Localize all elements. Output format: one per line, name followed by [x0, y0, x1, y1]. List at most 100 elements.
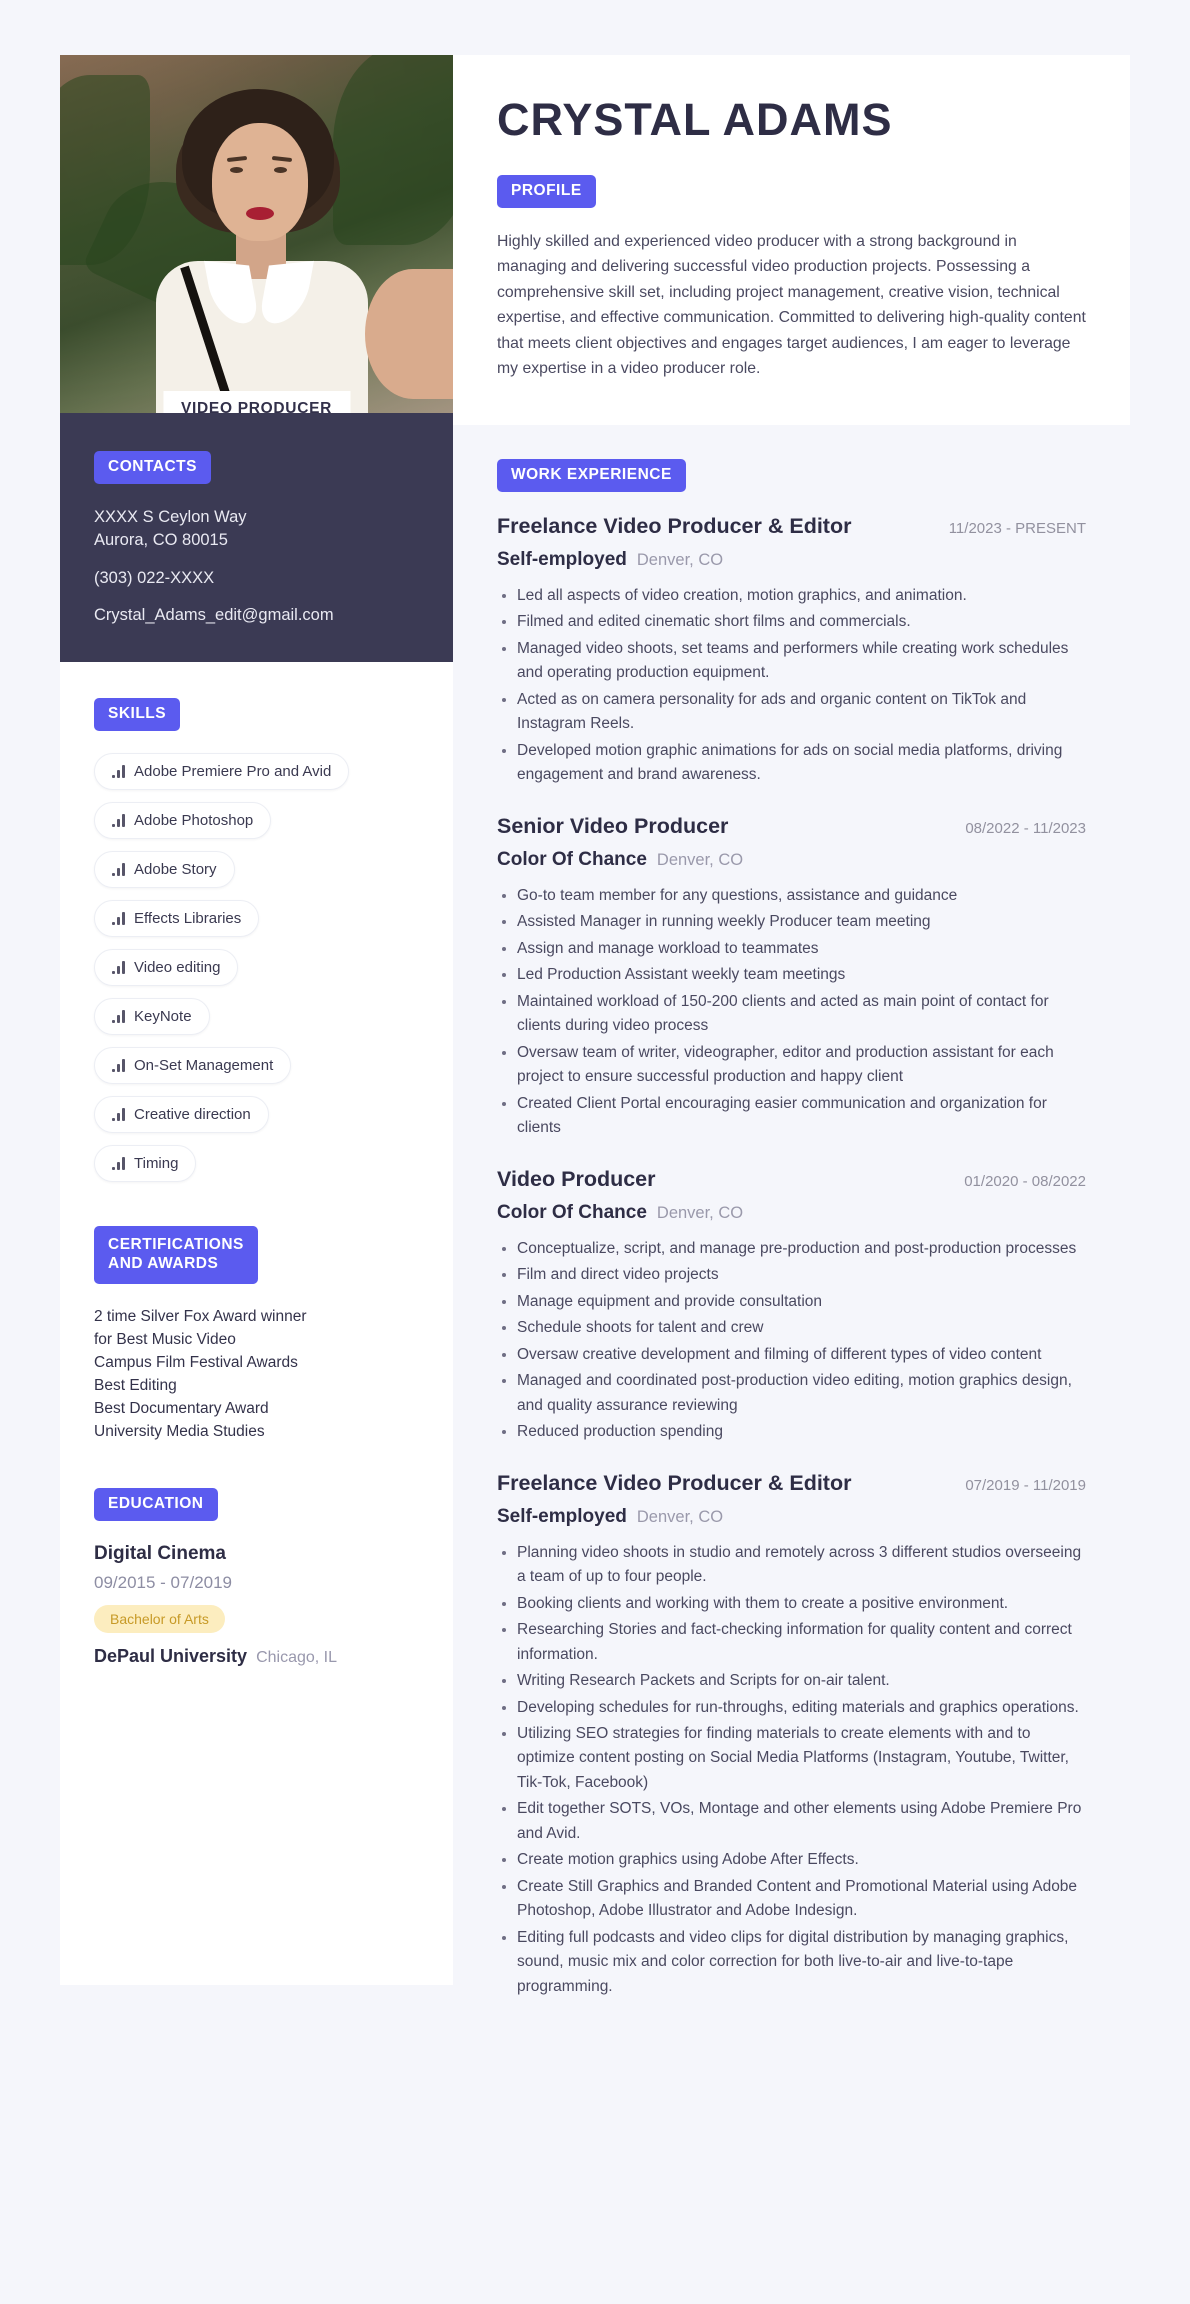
experience-bullet: Manage equipment and provide consultatio…: [517, 1290, 1086, 1314]
experience-dates: 08/2022 - 11/2023: [965, 819, 1086, 837]
contact-address-line-2: Aurora, CO 80015: [94, 531, 228, 550]
sidebar-body: SKILLS Adobe Premiere Pro and Avid Adobe…: [60, 662, 453, 1707]
experience-bullet: Editing full podcasts and video clips fo…: [517, 1926, 1086, 1999]
page-title: CRYSTAL ADAMS: [497, 94, 893, 145]
experience-bullet: Oversaw team of writer, videographer, ed…: [517, 1041, 1086, 1090]
experience-item: Video Producer 01/2020 - 08/2022 Color O…: [497, 1167, 1086, 1445]
certifications-list: 2 time Silver Fox Award winner for Best …: [94, 1306, 419, 1444]
education-section: EDUCATION Digital Cinema 09/2015 - 07/20…: [94, 1488, 419, 1667]
experience-subheader: Color Of Chance Denver, CO: [497, 1202, 1086, 1224]
skill-label: Effects Libraries: [134, 909, 242, 927]
experience-header: Video Producer 01/2020 - 08/2022: [497, 1167, 1086, 1192]
skill-label: Adobe Premiere Pro and Avid: [134, 762, 332, 780]
experience-location: Denver, CO: [656, 850, 744, 869]
experience-bullet: Developed motion graphic animations for …: [517, 739, 1086, 788]
skill-item: Effects Libraries: [94, 899, 260, 937]
education-degree: Digital Cinema: [94, 1543, 226, 1565]
work-experience-section: WORK EXPERIENCE Freelance Video Producer…: [453, 425, 1130, 2021]
education-dates: 09/2015 - 07/2019: [94, 1573, 233, 1593]
experience-bullet: Managed video shoots, set teams and perf…: [517, 637, 1086, 686]
eye-right: [274, 167, 287, 173]
experience-dates: 07/2019 - 11/2019: [965, 1476, 1086, 1494]
experience-bullet: Assign and manage workload to teammates: [517, 937, 1086, 961]
experience-bullet: Edit together SOTS, VOs, Montage and oth…: [517, 1797, 1086, 1846]
experience-bullet: Researching Stories and fact-checking in…: [517, 1618, 1086, 1667]
education-badge: Bachelor of Arts: [94, 1605, 225, 1634]
skill-label: Video editing: [134, 958, 221, 976]
skill-label: Adobe Story: [134, 860, 217, 878]
decorative-leaf-icon: [333, 55, 453, 245]
skill-item: Timing: [94, 1144, 197, 1182]
experience-bullet: Developing schedules for run-throughs, e…: [517, 1696, 1086, 1720]
experience-dates: 01/2020 - 08/2022: [964, 1172, 1086, 1190]
experience-title: Freelance Video Producer & Editor: [497, 514, 852, 538]
certification-line: Best Editing: [94, 1377, 177, 1395]
certifications-section: CERTIFICATIONS AND AWARDS 2 time Silver …: [94, 1225, 419, 1444]
experience-title: Freelance Video Producer & Editor: [497, 1470, 852, 1495]
experience-dates: 11/2023 - PRESENT: [948, 520, 1086, 537]
experience-bullet: Maintained workload of 150-200 clients a…: [517, 990, 1086, 1039]
resume-document: VIDEO PRODUCER CONTACTS XXXX S Ceylon Wa…: [60, 55, 1130, 2021]
lips-shape: [246, 207, 274, 220]
education-school: DePaul University: [94, 1646, 248, 1667]
profile-heading-wrap: PROFILE: [497, 174, 1086, 208]
profile-summary: Highly skilled and experienced video pro…: [497, 232, 1086, 378]
signal-bars-icon: [112, 1009, 125, 1023]
skills-heading: SKILLS: [94, 697, 181, 731]
skill-item: Adobe Premiere Pro and Avid: [94, 752, 350, 790]
skill-label: KeyNote: [134, 1007, 192, 1025]
experience-item: Freelance Video Producer & Editor 07/201…: [497, 1471, 1086, 2000]
experience-subheader: Self-employed Denver, CO: [497, 1506, 1086, 1528]
certification-line: Best Documentary Award: [94, 1400, 269, 1418]
signal-bars-icon: [112, 764, 125, 778]
sidebar: VIDEO PRODUCER CONTACTS XXXX S Ceylon Wa…: [60, 55, 453, 1985]
signal-bars-icon: [112, 1107, 125, 1121]
certification-line: Campus Film Festival Awards: [94, 1354, 298, 1372]
signal-bars-icon: [112, 960, 125, 974]
certification-line: for Best Music Video: [94, 1331, 236, 1349]
profile-photo: VIDEO PRODUCER: [60, 55, 453, 413]
experience-location: Denver, CO: [636, 551, 724, 569]
experience-bullet: Led Production Assistant weekly team mee…: [517, 963, 1086, 987]
contact-phone[interactable]: (303) 022-XXXX: [94, 567, 419, 590]
experience-bullet: Oversaw creative development and filming…: [517, 1343, 1086, 1367]
experience-bullet: Writing Research Packets and Scripts for…: [517, 1669, 1086, 1693]
experience-bullet: Managed and coordinated post-production …: [517, 1369, 1086, 1418]
skill-label: Timing: [134, 1154, 179, 1172]
experience-subheader: Self-employed Denver, CO: [497, 549, 1086, 571]
portrait-image: [60, 55, 453, 413]
experience-bullet: Led all aspects of video creation, motio…: [517, 584, 1086, 608]
experience-bullets: Conceptualize, script, and manage pre-pr…: [497, 1237, 1086, 1445]
experience-bullet: Reduced production spending: [517, 1420, 1086, 1444]
profile-heading: PROFILE: [497, 174, 596, 208]
skill-item: Video editing: [94, 948, 239, 986]
experience-bullet: Filmed and edited cinematic short films …: [517, 610, 1086, 634]
work-experience-heading: WORK EXPERIENCE: [497, 459, 686, 492]
education-heading: EDUCATION: [94, 1488, 218, 1522]
experience-bullet: Booking clients and working with them to…: [517, 1592, 1086, 1616]
signal-bars-icon: [112, 1156, 125, 1170]
skill-item: KeyNote: [94, 997, 210, 1035]
experience-bullet: Go-to team member for any questions, ass…: [517, 884, 1086, 908]
experience-title: Video Producer: [497, 1166, 656, 1191]
education-location: Chicago, IL: [256, 1649, 337, 1667]
experience-title: Senior Video Producer: [497, 813, 729, 838]
certifications-heading-line-1: CERTIFICATIONS: [108, 1235, 244, 1253]
face-shape: [212, 123, 308, 241]
signal-bars-icon: [112, 813, 125, 827]
signal-bars-icon: [112, 862, 125, 876]
header-section: CRYSTAL ADAMS PROFILE Highly skilled and…: [453, 55, 1130, 425]
experience-bullet: Created Client Portal encouraging easier…: [517, 1092, 1086, 1141]
experience-item: Freelance Video Producer & Editor 11/202…: [497, 514, 1086, 788]
experience-bullets: Led all aspects of video creation, motio…: [497, 584, 1086, 788]
experience-company: Color Of Chance: [497, 848, 647, 870]
contacts-heading: CONTACTS: [94, 451, 211, 484]
skill-item: On-Set Management: [94, 1046, 292, 1084]
experience-bullets: Planning video shoots in studio and remo…: [497, 1541, 1086, 2000]
experience-bullet: Acted as on camera personality for ads a…: [517, 688, 1086, 737]
main-content: CRYSTAL ADAMS PROFILE Highly skilled and…: [453, 55, 1130, 2021]
experience-bullet: Utilizing SEO strategies for finding mat…: [517, 1722, 1086, 1795]
experience-header: Freelance Video Producer & Editor 11/202…: [497, 514, 1086, 539]
contact-email[interactable]: Crystal_Adams_edit@gmail.com: [94, 604, 419, 627]
experience-company: Color Of Chance: [497, 1201, 647, 1223]
